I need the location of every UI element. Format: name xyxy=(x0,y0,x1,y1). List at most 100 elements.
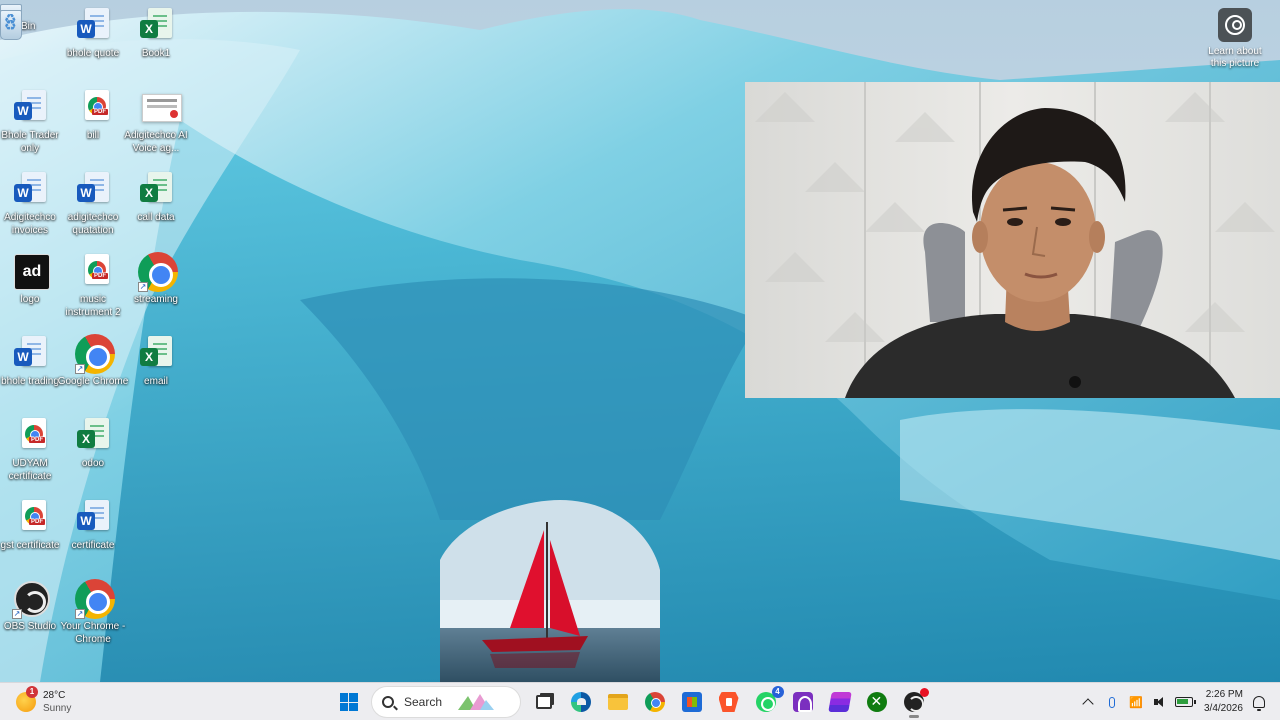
desktop-icon[interactable]: PDF bill xyxy=(63,86,127,158)
chrome-profile-icon: ↗ xyxy=(75,579,115,619)
task-view-button[interactable] xyxy=(528,686,560,718)
purple-app-icon xyxy=(792,692,813,712)
search-highlight-icon xyxy=(458,694,495,710)
desktop-icon[interactable]: W Adigitechco invoices xyxy=(0,168,64,240)
word-document-icon: W xyxy=(77,172,113,208)
stack-app-button[interactable] xyxy=(824,686,856,718)
desktop-icon-label: Adigitechco AI Voice ag... xyxy=(124,130,188,154)
xbox-button[interactable] xyxy=(861,686,893,718)
desktop-icon-label: music instrument 2 xyxy=(65,294,121,318)
edge-icon xyxy=(570,692,591,712)
battery-button[interactable] xyxy=(1173,691,1196,713)
learn-about-picture[interactable]: Learn about this picture xyxy=(1203,8,1267,78)
word-document-icon: W xyxy=(77,500,113,536)
desktop-icon[interactable]: Wbhole quote xyxy=(63,4,127,76)
wifi-icon: 📶 xyxy=(1129,696,1143,709)
desktop-icon[interactable]: Xodoo xyxy=(63,414,127,486)
desktop-icon-label: odoo xyxy=(81,458,105,469)
desktop-icon-label: Your Chrome - Chrome xyxy=(60,621,126,645)
desktop-icon[interactable]: ad logo xyxy=(0,250,64,322)
weather-condition: Sunny xyxy=(43,703,72,714)
microphone-icon xyxy=(1109,696,1115,708)
desktop-icon-label: bill xyxy=(86,130,100,141)
start-button[interactable] xyxy=(333,686,365,718)
desktop-icon-label: Google Chrome xyxy=(57,376,129,387)
webcam-overlay xyxy=(745,82,1280,398)
clock-date: 3/4/2026 xyxy=(1204,703,1243,714)
network-button[interactable]: 📶 xyxy=(1125,691,1147,713)
volume-button[interactable] xyxy=(1149,691,1171,713)
desktop-icon[interactable]: Wadigitechco quatation xyxy=(63,168,127,240)
purple-app-button[interactable] xyxy=(787,686,819,718)
brave-icon xyxy=(718,692,739,712)
word-document-icon: W xyxy=(14,90,50,126)
pdf-document-icon: PDF xyxy=(77,254,113,290)
weather-widget[interactable]: 1 28°C Sunny xyxy=(16,686,72,717)
desktop-icon[interactable]: Wbhole trading xyxy=(0,332,64,404)
chevron-up-icon xyxy=(1082,698,1094,710)
desktop-icon-label: email xyxy=(144,376,168,387)
search-placeholder: Search xyxy=(404,695,443,709)
clock[interactable]: 2:26 PM 3/4/2026 xyxy=(1204,688,1243,716)
recording-dot-icon xyxy=(919,688,929,697)
learn-about-picture-label: Learn about this picture xyxy=(1208,46,1262,69)
battery-icon xyxy=(1175,697,1196,707)
chrome-button[interactable] xyxy=(639,686,671,718)
desktop-icon[interactable]: Adigitechco AI Voice ag... xyxy=(124,86,190,158)
desktop-icon[interactable]: Xcall data xyxy=(126,168,190,240)
brave-button[interactable] xyxy=(713,686,745,718)
whatsapp-badge: 4 xyxy=(771,686,784,698)
desktop-icon[interactable]: Recycle Bin xyxy=(0,4,35,40)
weather-temperature: 28°C xyxy=(43,690,66,701)
desktop-icon-label: streaming xyxy=(134,294,178,305)
speaker-icon xyxy=(1154,697,1166,707)
desktop-icon[interactable]: Xemail xyxy=(126,332,190,404)
taskbar-apps: Search 4 xyxy=(330,686,932,718)
file-explorer-button[interactable] xyxy=(602,686,634,718)
obs-button[interactable] xyxy=(898,686,930,718)
pdf-document-icon: PDF xyxy=(14,500,50,536)
excel-workbook-icon: X xyxy=(140,8,176,44)
excel-workbook-icon: X xyxy=(140,336,176,372)
desktop-icon[interactable]: X Book1 xyxy=(126,4,190,76)
task-view-icon xyxy=(535,695,552,709)
desktop-icon[interactable]: PDF music instrument 2 xyxy=(63,250,127,322)
taskbar-search[interactable]: Search xyxy=(371,686,521,718)
image-file-icon xyxy=(140,90,182,126)
chrome-icon xyxy=(644,692,665,712)
store-button[interactable] xyxy=(676,686,708,718)
stack-app-icon xyxy=(827,692,852,712)
desktop-icon-label: certificate xyxy=(71,540,115,551)
recycle-bin-icon xyxy=(0,9,29,40)
word-document-icon: W xyxy=(14,336,50,372)
desktop-icon[interactable]: ↗ Google Chrome xyxy=(58,332,128,404)
desktop-icon-label: bhole quote xyxy=(66,48,120,59)
show-hidden-icons-button[interactable] xyxy=(1077,691,1099,713)
desktop-icon[interactable]: Wcertificate xyxy=(63,496,127,568)
camera-lens-icon[interactable] xyxy=(1218,8,1252,42)
whatsapp-button[interactable]: 4 xyxy=(750,686,784,718)
clock-time: 2:26 PM xyxy=(1205,689,1243,700)
desktop-icon[interactable]: ↗ OBS Studio xyxy=(0,577,64,649)
microphone-button[interactable] xyxy=(1101,691,1123,713)
excel-workbook-icon: X xyxy=(140,172,176,208)
desktop-icon[interactable]: ↗ Your Chrome - Chrome xyxy=(61,577,127,649)
pdf-document-icon: PDF xyxy=(14,418,50,454)
excel-workbook-icon: X xyxy=(77,418,113,454)
chrome-shortcut-icon: ↗ xyxy=(138,252,178,292)
xbox-icon xyxy=(866,692,887,712)
pdf-document-icon: PDF xyxy=(77,90,113,126)
desktop-icon[interactable]: ↗ streaming xyxy=(126,250,190,322)
desktop-icon-label: call data xyxy=(137,212,175,223)
word-document-icon: W xyxy=(14,172,50,208)
notification-bell-icon[interactable] xyxy=(1252,696,1265,711)
desktop-icon[interactable]: W Bhole Trader only xyxy=(0,86,64,158)
windows-start-icon xyxy=(339,693,358,711)
google-chrome-icon: ↗ xyxy=(75,334,115,374)
desktop-icon[interactable]: PDF UDYAM certificate xyxy=(0,414,64,486)
desktop-icon[interactable]: PDF gst certificate xyxy=(0,496,64,568)
system-tray: 📶 2:26 PM 3/4/2026 xyxy=(1076,686,1265,718)
edge-button[interactable] xyxy=(565,686,597,718)
word-document-icon: W xyxy=(77,8,113,44)
taskbar: 1 28°C Sunny Search 4 ✕ 📶 2:26 PM 3/4/20… xyxy=(0,682,1280,720)
